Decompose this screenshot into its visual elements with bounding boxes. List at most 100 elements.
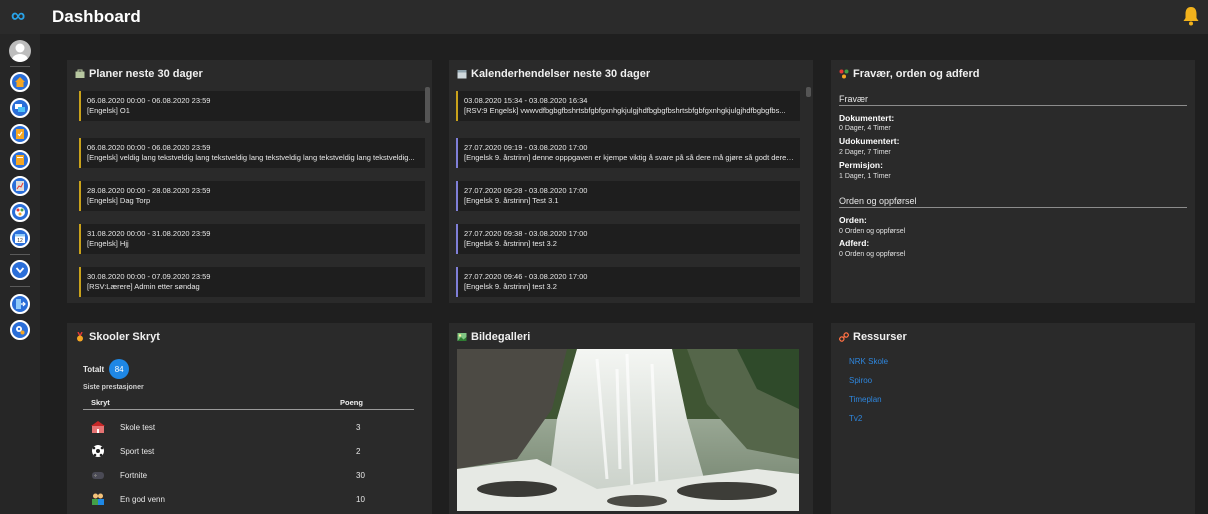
dokumentert-label: Dokumentert: xyxy=(839,113,895,123)
skryt-table-header: Skryt Poeng xyxy=(83,396,414,410)
plan-event[interactable]: 28.08.2020 00:00 - 28.08.2020 23:59 [Enge… xyxy=(79,181,425,211)
skryt-name: Skole test xyxy=(120,423,156,432)
table-row[interactable]: En god venn 10 xyxy=(83,490,414,510)
plan-event[interactable]: 06.08.2020 00:00 - 06.08.2020 23:59 [Enge… xyxy=(79,91,425,121)
home-icon[interactable] xyxy=(10,72,30,92)
page-title: Dashboard xyxy=(52,7,141,26)
friends-icon xyxy=(91,492,105,506)
resources-card-header: Ressurser xyxy=(838,331,907,343)
event-time: 31.08.2020 00:00 - 31.08.2020 23:59 xyxy=(87,229,211,238)
bell-icon[interactable] xyxy=(1182,6,1200,26)
calendar-title: Kalenderhendelser neste 30 dager xyxy=(471,68,651,80)
calendar-event[interactable]: 27.07.2020 09:38 - 03.08.2020 17:00 [Enge… xyxy=(456,224,800,254)
orden-label: Orden: xyxy=(839,215,867,225)
orden-heading: Orden og oppførsel xyxy=(839,196,917,206)
table-row[interactable]: Fortnite 30 xyxy=(83,466,414,486)
adferd-value: 0 Orden og oppførsel xyxy=(839,251,906,258)
calendar-event[interactable]: 27.07.2020 09:19 - 03.08.2020 17:00 [Enge… xyxy=(456,138,800,168)
calendar-icon xyxy=(457,69,467,79)
divider xyxy=(839,105,1187,106)
plans-card-header: Planer neste 30 dager xyxy=(75,68,203,80)
plan-event[interactable]: 30.08.2020 00:00 - 07.09.2020 23:59 [RSV:… xyxy=(79,267,425,297)
calendar-event[interactable]: 27.07.2020 09:46 - 03.08.2020 17:00 [Enge… xyxy=(456,267,800,297)
soccer-ball-icon xyxy=(91,444,105,458)
plan-event[interactable]: 06.08.2020 00:00 - 06.08.2020 23:59 [Enge… xyxy=(79,138,425,168)
latest-achievements-label: Siste prestasjoner xyxy=(83,384,144,391)
event-time: 27.07.2020 09:38 - 03.08.2020 17:00 xyxy=(464,229,588,238)
skryt-points: 2 xyxy=(356,447,361,456)
sidebar-divider xyxy=(10,66,30,67)
event-text: [Engelsk] Dag Torp xyxy=(87,196,151,205)
report-icon[interactable] xyxy=(10,176,30,196)
event-text: [Engelsk] Hjj xyxy=(87,239,129,248)
udokumentert-value: 2 Dager, 7 Timer xyxy=(839,149,891,156)
skryt-name: Sport test xyxy=(120,447,155,456)
settings-icon[interactable] xyxy=(10,320,30,340)
column-poeng: Poeng xyxy=(340,398,363,407)
skryt-name: En god venn xyxy=(120,495,165,504)
permisjon-label: Permisjon: xyxy=(839,160,883,170)
school-icon xyxy=(91,420,105,434)
user-avatar[interactable] xyxy=(9,40,31,62)
gallery-card-header: Bildegalleri xyxy=(457,331,530,343)
event-time: 27.07.2020 09:19 - 03.08.2020 17:00 xyxy=(464,143,588,152)
udokumentert-label: Udokumentert: xyxy=(839,136,900,146)
plan-event[interactable]: 31.08.2020 00:00 - 31.08.2020 23:59 [Enge… xyxy=(79,224,425,254)
app-logo[interactable]: ∞ xyxy=(11,6,35,26)
event-text: [Engelsk] veldig lang tekstveldig lang t… xyxy=(87,153,415,162)
briefcase-icon xyxy=(75,69,85,79)
medal-icon xyxy=(75,331,85,342)
table-row[interactable]: Sport test 2 xyxy=(83,442,414,462)
plans-card: Planer neste 30 dager 06.08.2020 00:00 -… xyxy=(67,60,432,303)
orden-value: 0 Orden og oppførsel xyxy=(839,228,906,235)
plans-scrollbar[interactable] xyxy=(425,87,430,123)
table-row[interactable]: Skole test 3 xyxy=(83,418,414,438)
absence-card-header: Fravær, orden og adferd xyxy=(839,68,980,80)
calendar-card-header: Kalenderhendelser neste 30 dager xyxy=(457,68,650,80)
gallery-title: Bildegalleri xyxy=(471,331,531,343)
event-time: 28.08.2020 00:00 - 28.08.2020 23:59 xyxy=(87,186,211,195)
calendar-card: Kalenderhendelser neste 30 dager 03.08.2… xyxy=(449,60,813,303)
sidebar: 12 xyxy=(0,34,40,514)
gallery-card: Bildegalleri xyxy=(449,323,813,514)
resource-link-nrk-skole[interactable]: NRK Skole xyxy=(849,357,888,366)
adferd-label: Adferd: xyxy=(839,238,870,248)
book-icon[interactable] xyxy=(10,150,30,170)
top-bar: ∞ Dashboard xyxy=(0,0,1208,34)
event-time: 06.08.2020 00:00 - 06.08.2020 23:59 xyxy=(87,96,211,105)
total-points: Totalt 84 xyxy=(83,359,130,379)
chat-icon[interactable] xyxy=(10,98,30,118)
gamepad-icon xyxy=(91,468,105,482)
event-text: [Engelsk 9. årstrinn] Test 3.1 xyxy=(464,196,559,205)
calendar-event[interactable]: 27.07.2020 09:28 - 03.08.2020 17:00 [Enge… xyxy=(456,181,800,211)
calendar-scrollbar[interactable] xyxy=(806,87,811,97)
absence-title: Fravær, orden og adferd xyxy=(853,68,980,80)
resource-link-timeplan[interactable]: Timeplan xyxy=(849,395,882,404)
event-time: 30.08.2020 00:00 - 07.09.2020 23:59 xyxy=(87,272,211,281)
plans-title: Planer neste 30 dager xyxy=(89,68,203,80)
event-text: [Engelsk 9. årstrinn] test 3.2 xyxy=(464,282,557,291)
tasks-icon[interactable] xyxy=(10,124,30,144)
event-text: [RSV:9 Engelsk] vwwvdfbgbgfbshrtsbfgbfgx… xyxy=(464,106,786,115)
absence-icon[interactable] xyxy=(10,202,30,222)
event-time: 27.07.2020 09:46 - 03.08.2020 17:00 xyxy=(464,272,588,281)
event-time: 06.08.2020 00:00 - 06.08.2020 23:59 xyxy=(87,143,211,152)
calendar-icon[interactable]: 12 xyxy=(10,228,30,248)
logout-icon[interactable] xyxy=(10,294,30,314)
total-label: Totalt xyxy=(83,364,105,374)
dokumentert-value: 0 Dager, 4 Timer xyxy=(839,125,891,132)
fravaer-heading: Fravær xyxy=(839,94,868,104)
calendar-event[interactable]: 03.08.2020 15:34 - 03.08.2020 16:34 [RSV:… xyxy=(456,91,800,121)
skryt-card-header: Skooler Skryt xyxy=(75,331,160,343)
permisjon-value: 1 Dager, 1 Timer xyxy=(839,173,891,180)
gallery-image[interactable] xyxy=(457,349,799,511)
event-text: [Engelsk] O1 xyxy=(87,106,130,115)
absence-card: Fravær, orden og adferd Fravær Dokumente… xyxy=(831,60,1195,303)
resource-link-spiroo[interactable]: Spiroo xyxy=(849,376,872,385)
resources-card: Ressurser NRK Skole Spiroo Timeplan Tv2 xyxy=(831,323,1195,514)
expand-icon[interactable] xyxy=(10,260,30,280)
skryt-points: 10 xyxy=(356,495,365,504)
resource-link-tv2[interactable]: Tv2 xyxy=(849,414,862,423)
skryt-name: Fortnite xyxy=(120,471,148,480)
sidebar-divider xyxy=(10,286,30,287)
